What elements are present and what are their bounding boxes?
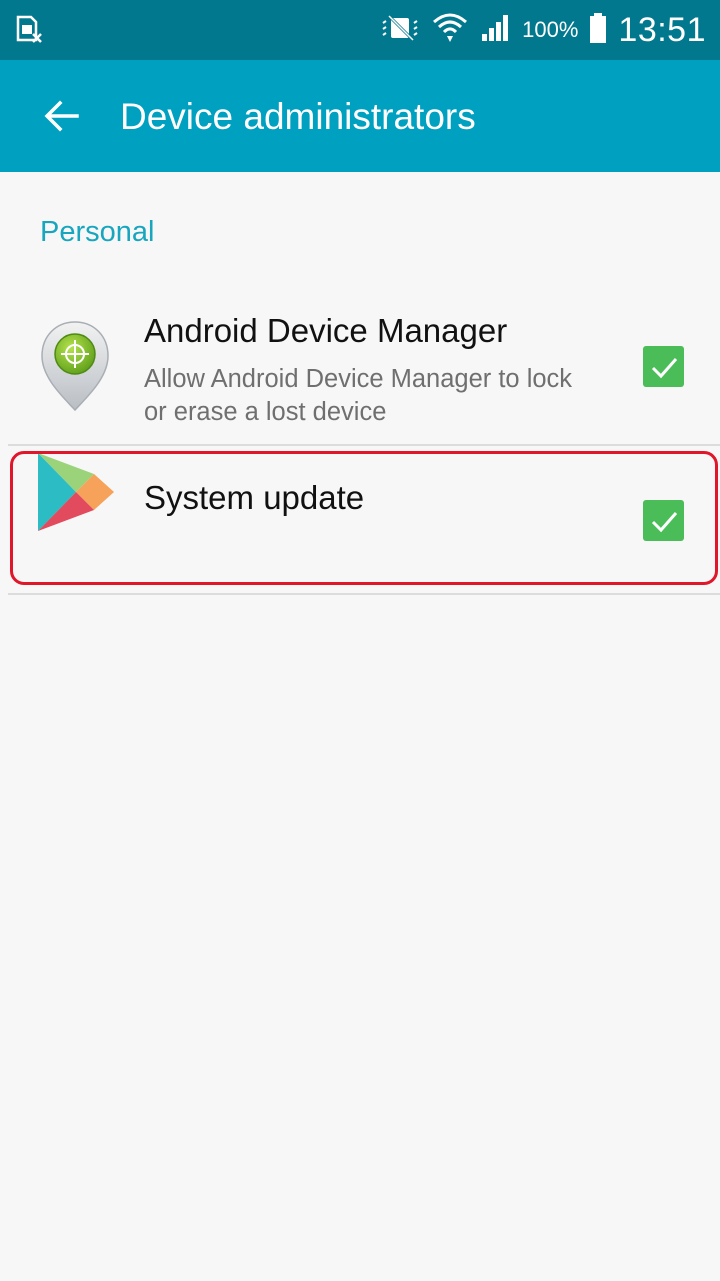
page-title: Device administrators bbox=[120, 96, 476, 137]
section-header-personal: Personal bbox=[40, 216, 155, 248]
battery-icon bbox=[588, 12, 608, 49]
list-item-android-device-manager[interactable]: Android Device Manager Allow Android Dev… bbox=[0, 290, 720, 444]
vibrate-mute-icon bbox=[380, 13, 422, 48]
sim-card-icon bbox=[14, 14, 44, 51]
highlight-box bbox=[10, 451, 718, 585]
item-title: Android Device Manager bbox=[144, 312, 508, 349]
checkmark-icon bbox=[651, 357, 677, 378]
wifi-icon bbox=[432, 12, 468, 49]
android-device-manager-icon bbox=[40, 320, 110, 417]
android-device-manager-checkbox[interactable] bbox=[643, 346, 684, 387]
battery-percent: 100% bbox=[522, 17, 579, 42]
signal-icon bbox=[478, 13, 512, 48]
app-bar: Device administrators bbox=[0, 60, 720, 172]
clock: 13:51 bbox=[618, 10, 706, 49]
status-bar: 100% 13:51 bbox=[0, 0, 720, 60]
back-arrow-icon[interactable] bbox=[44, 98, 80, 134]
divider bbox=[8, 444, 720, 446]
divider bbox=[8, 593, 720, 595]
item-summary: Allow Android Device Manager to lock or … bbox=[144, 365, 573, 426]
